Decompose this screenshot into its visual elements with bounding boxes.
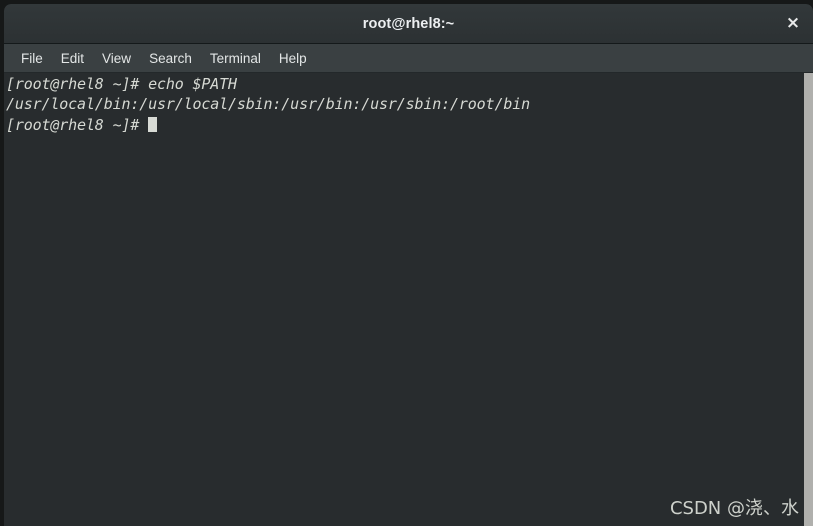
menu-item-search[interactable]: Search — [140, 48, 201, 69]
menu-item-terminal[interactable]: Terminal — [201, 48, 270, 69]
terminal-line-text: /usr/local/bin:/usr/local/sbin:/usr/bin:… — [6, 95, 530, 114]
menu-item-view[interactable]: View — [93, 48, 140, 69]
menu-item-file[interactable]: File — [12, 48, 52, 69]
menu-bar: File Edit View Search Terminal Help — [4, 44, 813, 73]
window-title: root@rhel8:~ — [362, 15, 455, 32]
terminal-window: root@rhel8:~ × File Edit View Search Ter… — [4, 4, 813, 526]
terminal-line-output: /usr/local/bin:/usr/local/sbin:/usr/bin:… — [6, 94, 804, 114]
menu-item-edit[interactable]: Edit — [52, 48, 93, 69]
terminal-line-text: [root@rhel8 ~]# — [6, 115, 149, 134]
terminal-line-command: [root@rhel8 ~]# echo $PATH — [6, 74, 804, 94]
screen: root@rhel8:~ × File Edit View Search Ter… — [0, 0, 813, 526]
terminal-output[interactable]: [root@rhel8 ~]# echo $PATH /usr/local/bi… — [4, 73, 804, 526]
terminal-line-text: [root@rhel8 ~]# echo $PATH — [6, 75, 237, 93]
title-bar[interactable]: root@rhel8:~ × — [4, 4, 813, 44]
terminal-line-prompt: [root@rhel8 ~]# — [6, 115, 804, 135]
text-cursor — [148, 116, 158, 132]
menu-item-help[interactable]: Help — [270, 48, 316, 69]
terminal-area[interactable]: [root@rhel8 ~]# echo $PATH /usr/local/bi… — [4, 73, 813, 526]
close-icon[interactable]: × — [776, 7, 810, 41]
vertical-scrollbar[interactable] — [804, 73, 813, 526]
